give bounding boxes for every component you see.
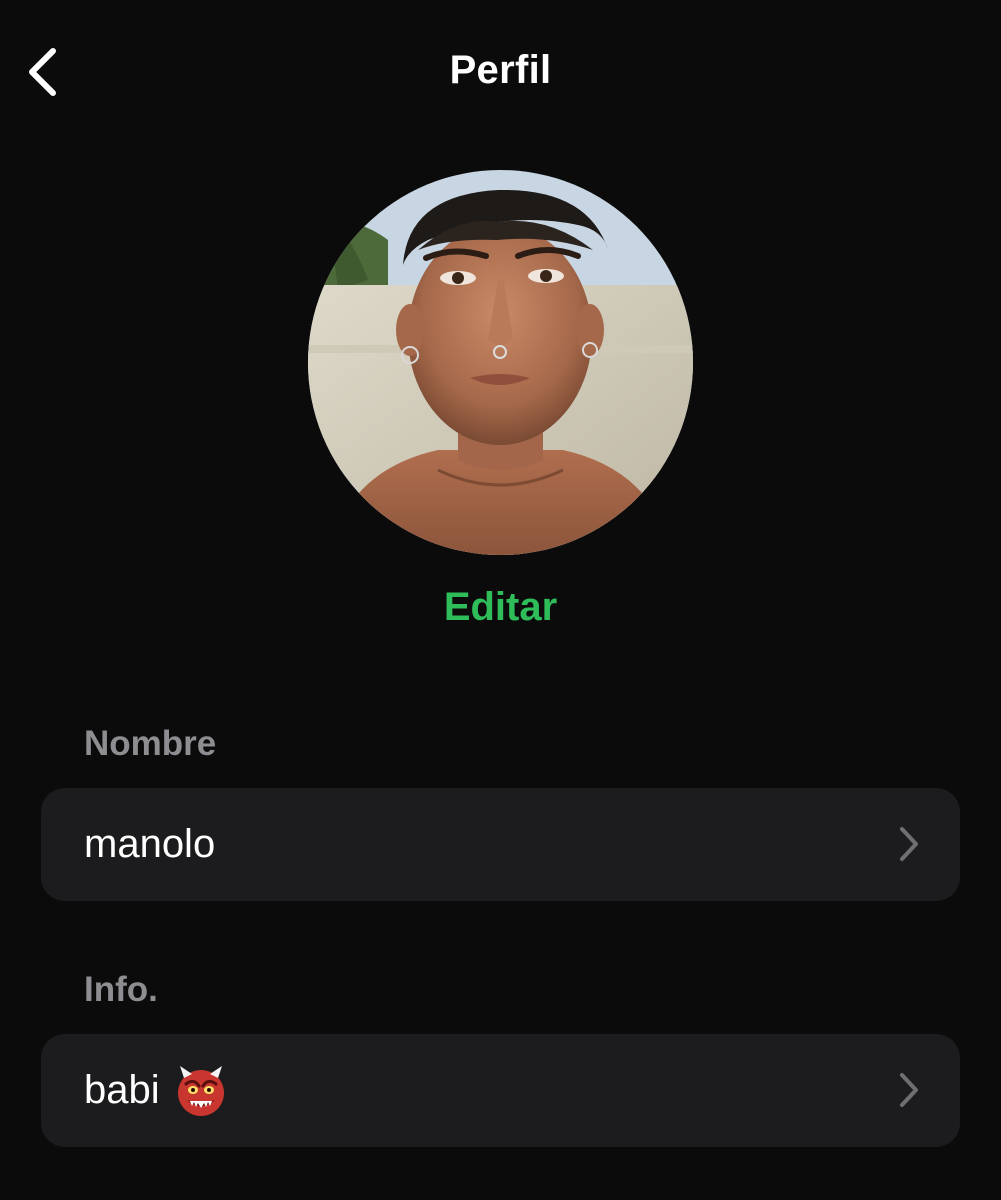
profile-photo — [308, 170, 693, 555]
name-section-label: Nombre — [84, 724, 217, 763]
name-row[interactable]: manolo — [41, 788, 960, 901]
ogre-emoji-icon — [177, 1065, 224, 1116]
chevron-right-icon — [900, 1073, 918, 1107]
page-title: Perfil — [449, 48, 552, 92]
avatar[interactable] — [308, 170, 693, 555]
info-row[interactable]: babi — [41, 1034, 960, 1147]
navigation-bar: Perfil — [0, 0, 1001, 145]
name-value: manolo — [84, 822, 216, 866]
info-value: babi — [84, 1068, 160, 1112]
info-section-label: Info. — [84, 970, 158, 1009]
edit-photo-button[interactable]: Editar — [0, 585, 1001, 630]
chevron-right-icon — [900, 827, 918, 861]
